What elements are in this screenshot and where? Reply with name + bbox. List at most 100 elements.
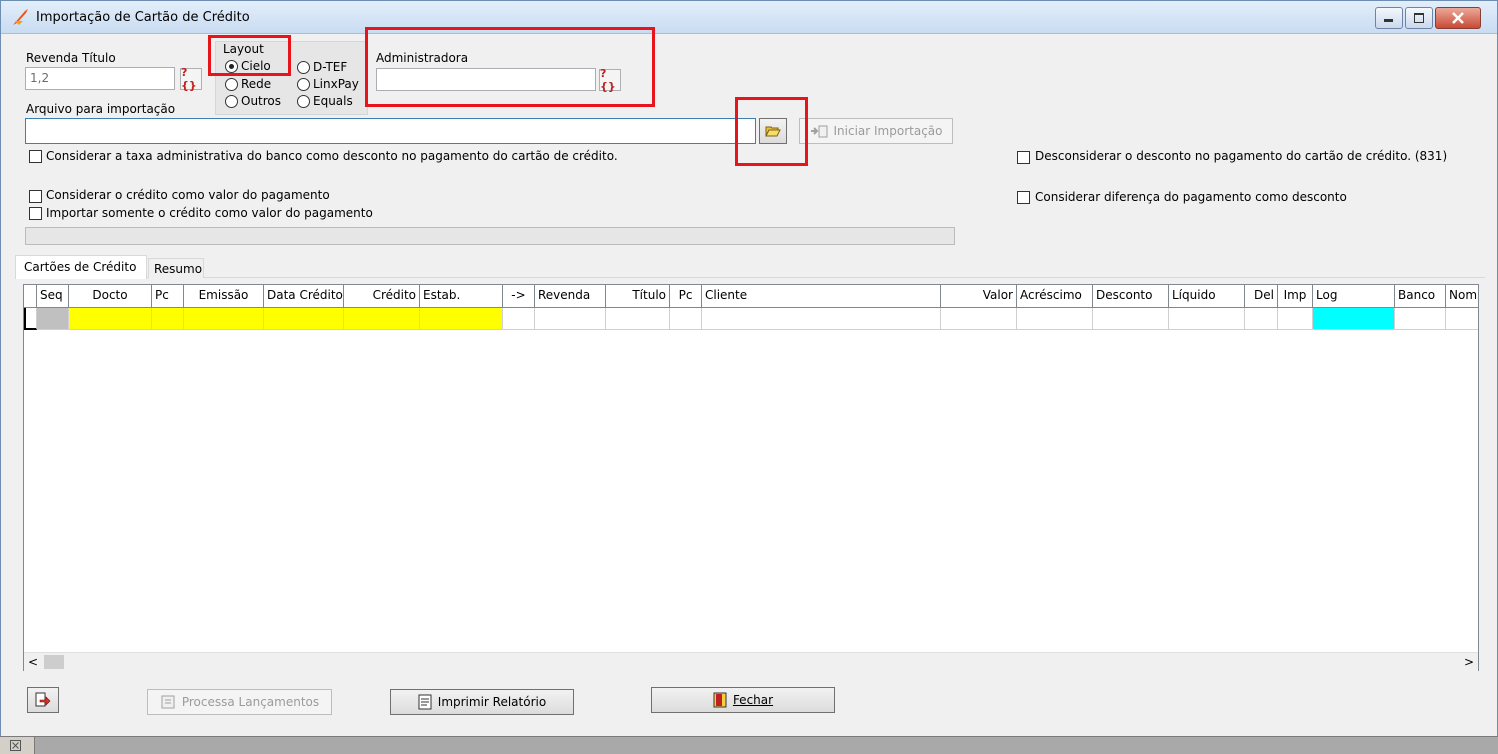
horizontal-scrollbar[interactable]: < > <box>24 652 1478 671</box>
col-revenda[interactable]: Revenda <box>535 285 606 308</box>
col-pc2[interactable]: Pc <box>670 285 702 308</box>
cell-nom[interactable] <box>1446 308 1478 330</box>
tab-cartoes-credito[interactable]: Cartões de Crédito <box>15 255 147 279</box>
process-icon <box>161 695 175 709</box>
taxa-admin-label: Considerar a taxa administrativa do banc… <box>46 149 618 163</box>
annotation-browse-box <box>735 97 808 166</box>
scroll-right-icon[interactable]: > <box>1464 655 1474 669</box>
close-window-button[interactable] <box>1435 7 1481 29</box>
revenda-lookup-button[interactable]: ?{} <box>180 66 202 92</box>
credito-valor-checkbox[interactable] <box>29 190 42 203</box>
col-seq[interactable]: Seq <box>37 285 69 308</box>
cell-imp[interactable] <box>1278 308 1313 330</box>
col-titulo[interactable]: Título <box>606 285 670 308</box>
col-pc[interactable]: Pc <box>152 285 184 308</box>
radio-outros[interactable] <box>225 95 238 108</box>
fechar-button[interactable]: Fechar <box>651 687 835 713</box>
col-desconto[interactable]: Desconto <box>1093 285 1169 308</box>
cell-credito[interactable] <box>344 308 420 330</box>
imprimir-relatorio-button[interactable]: Imprimir Relatório <box>390 689 574 715</box>
row-indicator[interactable] <box>24 308 37 330</box>
import-icon <box>810 125 827 138</box>
col-emissao[interactable]: Emissão <box>184 285 264 308</box>
maximize-button[interactable] <box>1405 7 1433 29</box>
credito-valor-label: Considerar o crédito como valor do pagam… <box>46 188 330 202</box>
grid-indicator-header <box>24 285 37 308</box>
status-icon-panel <box>0 737 35 754</box>
taxa-admin-checkbox[interactable] <box>29 150 42 163</box>
scroll-left-icon[interactable]: < <box>28 655 38 669</box>
iniciar-importacao-button[interactable]: Iniciar Importação <box>799 118 953 144</box>
minimize-button[interactable] <box>1375 7 1403 29</box>
col-acrescimo[interactable]: Acréscimo <box>1017 285 1093 308</box>
col-nom[interactable]: Nom <box>1446 285 1478 308</box>
cell-liquido[interactable] <box>1169 308 1245 330</box>
radio-dtef-label: D-TEF <box>313 60 348 74</box>
tab-strip-line <box>15 277 1485 278</box>
radio-equals[interactable] <box>297 95 310 108</box>
iniciar-importacao-label: Iniciar Importação <box>833 124 943 138</box>
diferenca-desconto-checkbox[interactable] <box>1017 191 1030 204</box>
annotation-layout-box <box>208 35 291 76</box>
somente-credito-label: Importar somente o crédito como valor do… <box>46 206 373 220</box>
col-estab[interactable]: Estab. <box>420 285 503 308</box>
title-bar: Importação de Cartão de Crédito <box>1 1 1497 34</box>
radio-dtef[interactable] <box>297 61 310 74</box>
diferenca-desconto-label: Considerar diferença do pagamento como d… <box>1035 190 1347 204</box>
app-logo-icon <box>13 9 28 25</box>
cell-acrescimo[interactable] <box>1017 308 1093 330</box>
radio-equals-label: Equals <box>313 94 353 108</box>
desconsiderar-desconto-checkbox[interactable] <box>1017 151 1030 164</box>
fechar-label: Fechar <box>732 693 774 707</box>
cell-del[interactable] <box>1245 308 1278 330</box>
revenda-titulo-input[interactable]: 1,2 <box>25 67 175 90</box>
report-icon <box>418 694 432 710</box>
col-log[interactable]: Log <box>1313 285 1395 308</box>
cell-titulo[interactable] <box>606 308 670 330</box>
export-button[interactable] <box>27 687 59 713</box>
arquivo-input[interactable] <box>25 118 756 144</box>
col-del[interactable]: Del <box>1245 285 1278 308</box>
col-banco[interactable]: Banco <box>1395 285 1446 308</box>
cell-estab[interactable] <box>420 308 503 330</box>
cell-revenda[interactable] <box>535 308 606 330</box>
radio-rede[interactable] <box>225 78 238 91</box>
col-credito[interactable]: Crédito <box>344 285 420 308</box>
cell-docto[interactable] <box>69 308 152 330</box>
cell-cliente[interactable] <box>702 308 941 330</box>
cell-pc[interactable] <box>152 308 184 330</box>
col-liquido[interactable]: Líquido <box>1169 285 1245 308</box>
col-cliente[interactable]: Cliente <box>702 285 941 308</box>
export-arrow-icon <box>35 692 51 707</box>
annotation-administradora-box <box>365 27 655 107</box>
scroll-thumb[interactable] <box>44 655 64 669</box>
cell-valor[interactable] <box>941 308 1017 330</box>
progress-bar <box>25 227 955 245</box>
credit-card-grid[interactable]: Seq Docto Pc Emissão Data Crédito Crédit… <box>23 284 1479 671</box>
arquivo-label: Arquivo para importação <box>26 102 176 116</box>
radio-linxpay-label: LinxPay <box>313 77 359 91</box>
cell-seq[interactable] <box>37 308 69 330</box>
revenda-titulo-label: Revenda Título <box>26 51 116 65</box>
col-docto[interactable]: Docto <box>69 285 152 308</box>
tab-resumo[interactable]: Resumo <box>148 258 204 278</box>
cell-desconto[interactable] <box>1093 308 1169 330</box>
somente-credito-checkbox[interactable] <box>29 207 42 220</box>
cell-banco[interactable] <box>1395 308 1446 330</box>
cell-log[interactable] <box>1313 308 1395 330</box>
cell-emissao[interactable] <box>184 308 264 330</box>
cell-pc2[interactable] <box>670 308 702 330</box>
window-title: Importação de Cartão de Crédito <box>36 10 250 25</box>
door-exit-icon <box>713 692 727 708</box>
col-arrow[interactable]: -> <box>503 285 535 308</box>
col-valor[interactable]: Valor <box>941 285 1017 308</box>
cell-data-credito[interactable] <box>264 308 344 330</box>
desconsiderar-desconto-label: Desconsiderar o desconto no pagamento do… <box>1035 149 1448 163</box>
col-imp[interactable]: Imp <box>1278 285 1313 308</box>
col-data-credito[interactable]: Data Crédito <box>264 285 344 308</box>
radio-rede-label: Rede <box>241 77 272 91</box>
radio-linxpay[interactable] <box>297 78 310 91</box>
cell-arrow[interactable] <box>503 308 535 330</box>
close-small-icon[interactable] <box>10 740 21 751</box>
processa-lancamentos-button[interactable]: Processa Lançamentos <box>147 689 332 715</box>
